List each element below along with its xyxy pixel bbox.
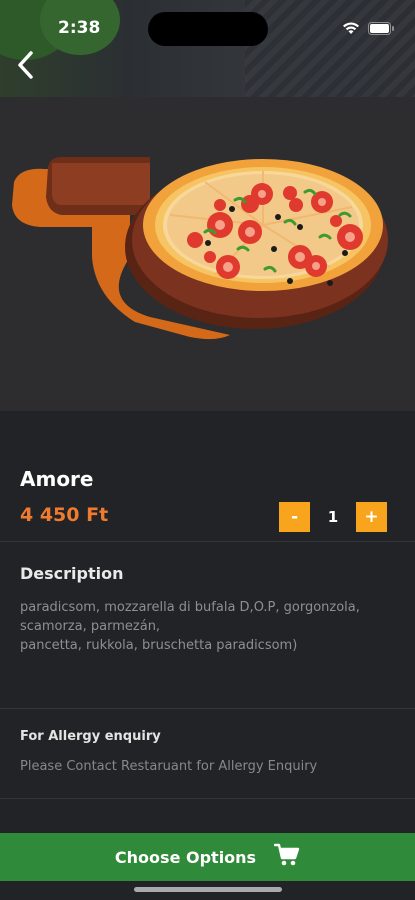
battery-icon xyxy=(368,20,395,39)
description-line: pancetta, rukkola, bruschetta paradicsom… xyxy=(20,638,298,653)
divider xyxy=(0,541,415,542)
quantity-value: 1 xyxy=(327,508,339,526)
product-name: Amore xyxy=(20,467,94,491)
allergy-title: For Allergy enquiry xyxy=(20,729,161,744)
decrement-button[interactable]: - xyxy=(279,502,310,532)
dynamic-island xyxy=(148,12,268,46)
status-bar: 2:38 xyxy=(0,0,415,46)
product-image xyxy=(0,97,415,411)
divider xyxy=(0,708,415,709)
increment-button[interactable]: + xyxy=(356,502,387,532)
status-icons xyxy=(342,20,395,39)
choose-options-label: Choose Options xyxy=(114,847,257,867)
pizza-illustration xyxy=(12,157,388,340)
description-line: scamorza, parmezán, xyxy=(20,619,161,634)
description-line: paradicsom, mozzarella di bufala D,O.P, … xyxy=(20,600,360,615)
product-price: 4 450 Ft xyxy=(20,504,109,526)
choose-options-button[interactable]: Choose Options xyxy=(0,833,415,881)
wifi-icon xyxy=(342,20,360,39)
allergy-text: Please Contact Restaruant for Allergy En… xyxy=(20,759,318,774)
description-text: paradicsom, mozzarella di bufala D,O.P, … xyxy=(20,598,405,655)
divider xyxy=(0,798,415,799)
cart-icon xyxy=(273,843,300,871)
quantity-stepper: - 1 + xyxy=(279,502,387,532)
home-indicator xyxy=(134,887,282,892)
description-title: Description xyxy=(20,564,124,583)
status-time: 2:38 xyxy=(58,18,101,38)
back-button[interactable] xyxy=(10,50,40,84)
chevron-left-icon xyxy=(15,50,35,84)
